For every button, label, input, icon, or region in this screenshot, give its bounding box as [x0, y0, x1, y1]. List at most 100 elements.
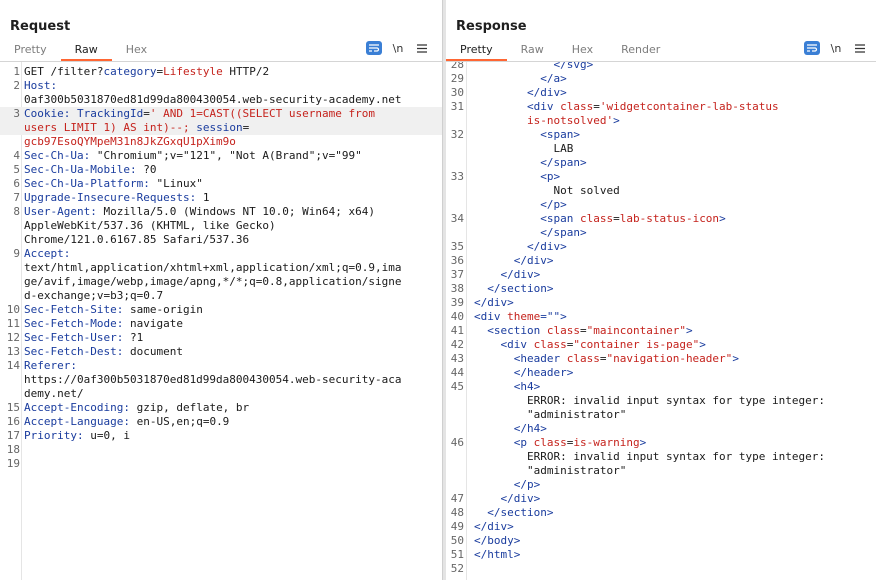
hamburger-menu-icon — [855, 43, 865, 53]
line-text: </div> — [464, 520, 514, 534]
line-number — [446, 156, 464, 170]
code-token: Referer: — [24, 359, 77, 372]
code-token: = — [143, 107, 150, 120]
code-token: demy.net/ — [24, 387, 84, 400]
request-editor[interactable]: 1 GET /filter?category=Lifestyle HTTP/2 2 H… — [0, 61, 442, 580]
code-token: is-warning — [573, 436, 640, 449]
code-line: 33 <p> — [446, 170, 876, 184]
code-line: 39 </div> — [446, 296, 876, 310]
code-line: 11 Sec-Fetch-Mode: navigate — [0, 317, 442, 331]
line-number — [0, 275, 20, 289]
code-token: Not solved — [474, 184, 620, 197]
code-line: 12 Sec-Fetch-User: ?1 — [0, 331, 442, 345]
line-number — [446, 198, 464, 212]
line-text: Chrome/121.0.6167.85 Safari/537.36 — [20, 233, 249, 247]
code-token: =""> — [540, 310, 567, 323]
code-token: </div> — [474, 254, 554, 267]
code-token: ERROR: invalid input syntax for type int… — [474, 450, 825, 463]
line-number — [0, 135, 20, 149]
code-token: </section> — [474, 282, 554, 295]
line-number — [0, 373, 20, 387]
line-text: demy.net/ — [20, 387, 84, 401]
line-text: </html> — [464, 548, 520, 562]
code-token: ' AND 1=CAST((SELECT username from — [149, 107, 376, 120]
code-line: 43 <header class="navigation-header"> — [446, 352, 876, 366]
pretty-print-toggle-button[interactable] — [366, 41, 382, 55]
newline-icon: \n — [392, 41, 404, 55]
code-line: 36 </div> — [446, 254, 876, 268]
line-number: 39 — [450, 296, 464, 309]
code-token: category — [103, 65, 157, 78]
code-line: </p> — [446, 478, 876, 492]
code-line: 4 Sec-Ch-Ua: "Chromium";v="121", "Not A(B… — [0, 149, 442, 163]
line-text: </section> — [464, 282, 553, 296]
response-menu-button[interactable] — [852, 41, 868, 55]
tab-raw[interactable]: Raw — [60, 41, 112, 61]
line-number — [0, 219, 20, 233]
line-text — [20, 443, 24, 457]
code-line: 32 <span> — [446, 128, 876, 142]
code-token: <h4> — [474, 380, 541, 393]
tab-hex[interactable]: Hex — [112, 41, 161, 61]
code-line: 47 </div> — [446, 492, 876, 506]
line-number: 46 — [450, 436, 464, 449]
code-token: </html> — [474, 548, 521, 561]
tab-raw[interactable]: Raw — [507, 41, 558, 61]
code-token: </span> — [474, 226, 587, 239]
code-token: Sec-Ch-Ua: — [24, 149, 97, 162]
show-newlines-button[interactable]: \n — [390, 41, 406, 55]
request-tabs: Pretty Raw Hex — [0, 41, 161, 61]
line-text: Accept-Language: en-US,en;q=0.9 — [20, 415, 229, 429]
tab-pretty[interactable]: Pretty — [446, 41, 507, 61]
line-text: Accept: — [20, 247, 70, 261]
line-text: ERROR: invalid input syntax for type int… — [464, 450, 825, 464]
code-line: 18 — [0, 443, 442, 457]
code-line: ERROR: invalid input syntax for type int… — [446, 450, 876, 464]
code-token: class — [566, 352, 600, 365]
request-pane: Request Pretty Raw Hex \n 1 GET /filter?cat… — [0, 0, 442, 580]
line-number: 45 — [450, 380, 464, 393]
line-number: 30 — [450, 86, 464, 99]
pretty-print-toggle-button[interactable] — [804, 41, 820, 55]
line-text: <span class=lab-status-icon> — [464, 212, 725, 226]
tab-hex[interactable]: Hex — [558, 41, 607, 61]
code-line: 5 Sec-Ch-Ua-Mobile: ?0 — [0, 163, 442, 177]
line-number: 42 — [450, 338, 464, 351]
code-token: <p — [474, 436, 534, 449]
code-token: LAB — [474, 142, 574, 155]
line-text: <span> — [464, 128, 580, 142]
code-token: d-exchange;v=b3;q=0.7 — [24, 289, 164, 302]
line-number — [0, 387, 20, 401]
line-text: <div class="container is-page"> — [464, 338, 705, 352]
line-number — [446, 422, 464, 436]
line-number: 35 — [450, 240, 464, 253]
line-text: </a> — [464, 72, 567, 86]
code-token: </span> — [474, 156, 587, 169]
line-number — [0, 261, 20, 275]
line-number: 16 — [6, 415, 20, 428]
response-editor[interactable]: 28 </svg> 29 </a> 30 </div> 31 <div class='… — [446, 61, 876, 580]
line-number — [446, 408, 464, 422]
request-menu-button[interactable] — [414, 41, 430, 55]
line-number: 4 — [13, 149, 20, 162]
tab-render[interactable]: Render — [607, 41, 674, 61]
code-token: User-Agent: — [24, 205, 104, 218]
code-line: "administrator" — [446, 464, 876, 478]
code-line: AppleWebKit/537.36 (KHTML, like Gecko) — [0, 219, 442, 233]
code-token: Sec-Fetch-User: — [24, 331, 130, 344]
code-line: 3 Cookie: TrackingId=' AND 1=CAST((SELECT… — [0, 107, 442, 121]
line-number: 40 — [450, 310, 464, 323]
response-title: Response — [456, 19, 527, 34]
code-token: > — [685, 324, 693, 337]
line-number: 13 — [6, 345, 20, 358]
line-text: </div> — [464, 296, 514, 310]
line-number: 51 — [450, 548, 464, 561]
code-token: </div> — [474, 296, 514, 309]
line-text: Accept-Encoding: gzip, deflate, br — [20, 401, 249, 415]
code-token: </body> — [474, 534, 521, 547]
tab-pretty[interactable]: Pretty — [0, 41, 61, 61]
line-number: 52 — [450, 562, 464, 575]
code-token: document — [129, 345, 183, 358]
code-line: </h4> — [446, 422, 876, 436]
show-newlines-button[interactable]: \n — [828, 41, 844, 55]
